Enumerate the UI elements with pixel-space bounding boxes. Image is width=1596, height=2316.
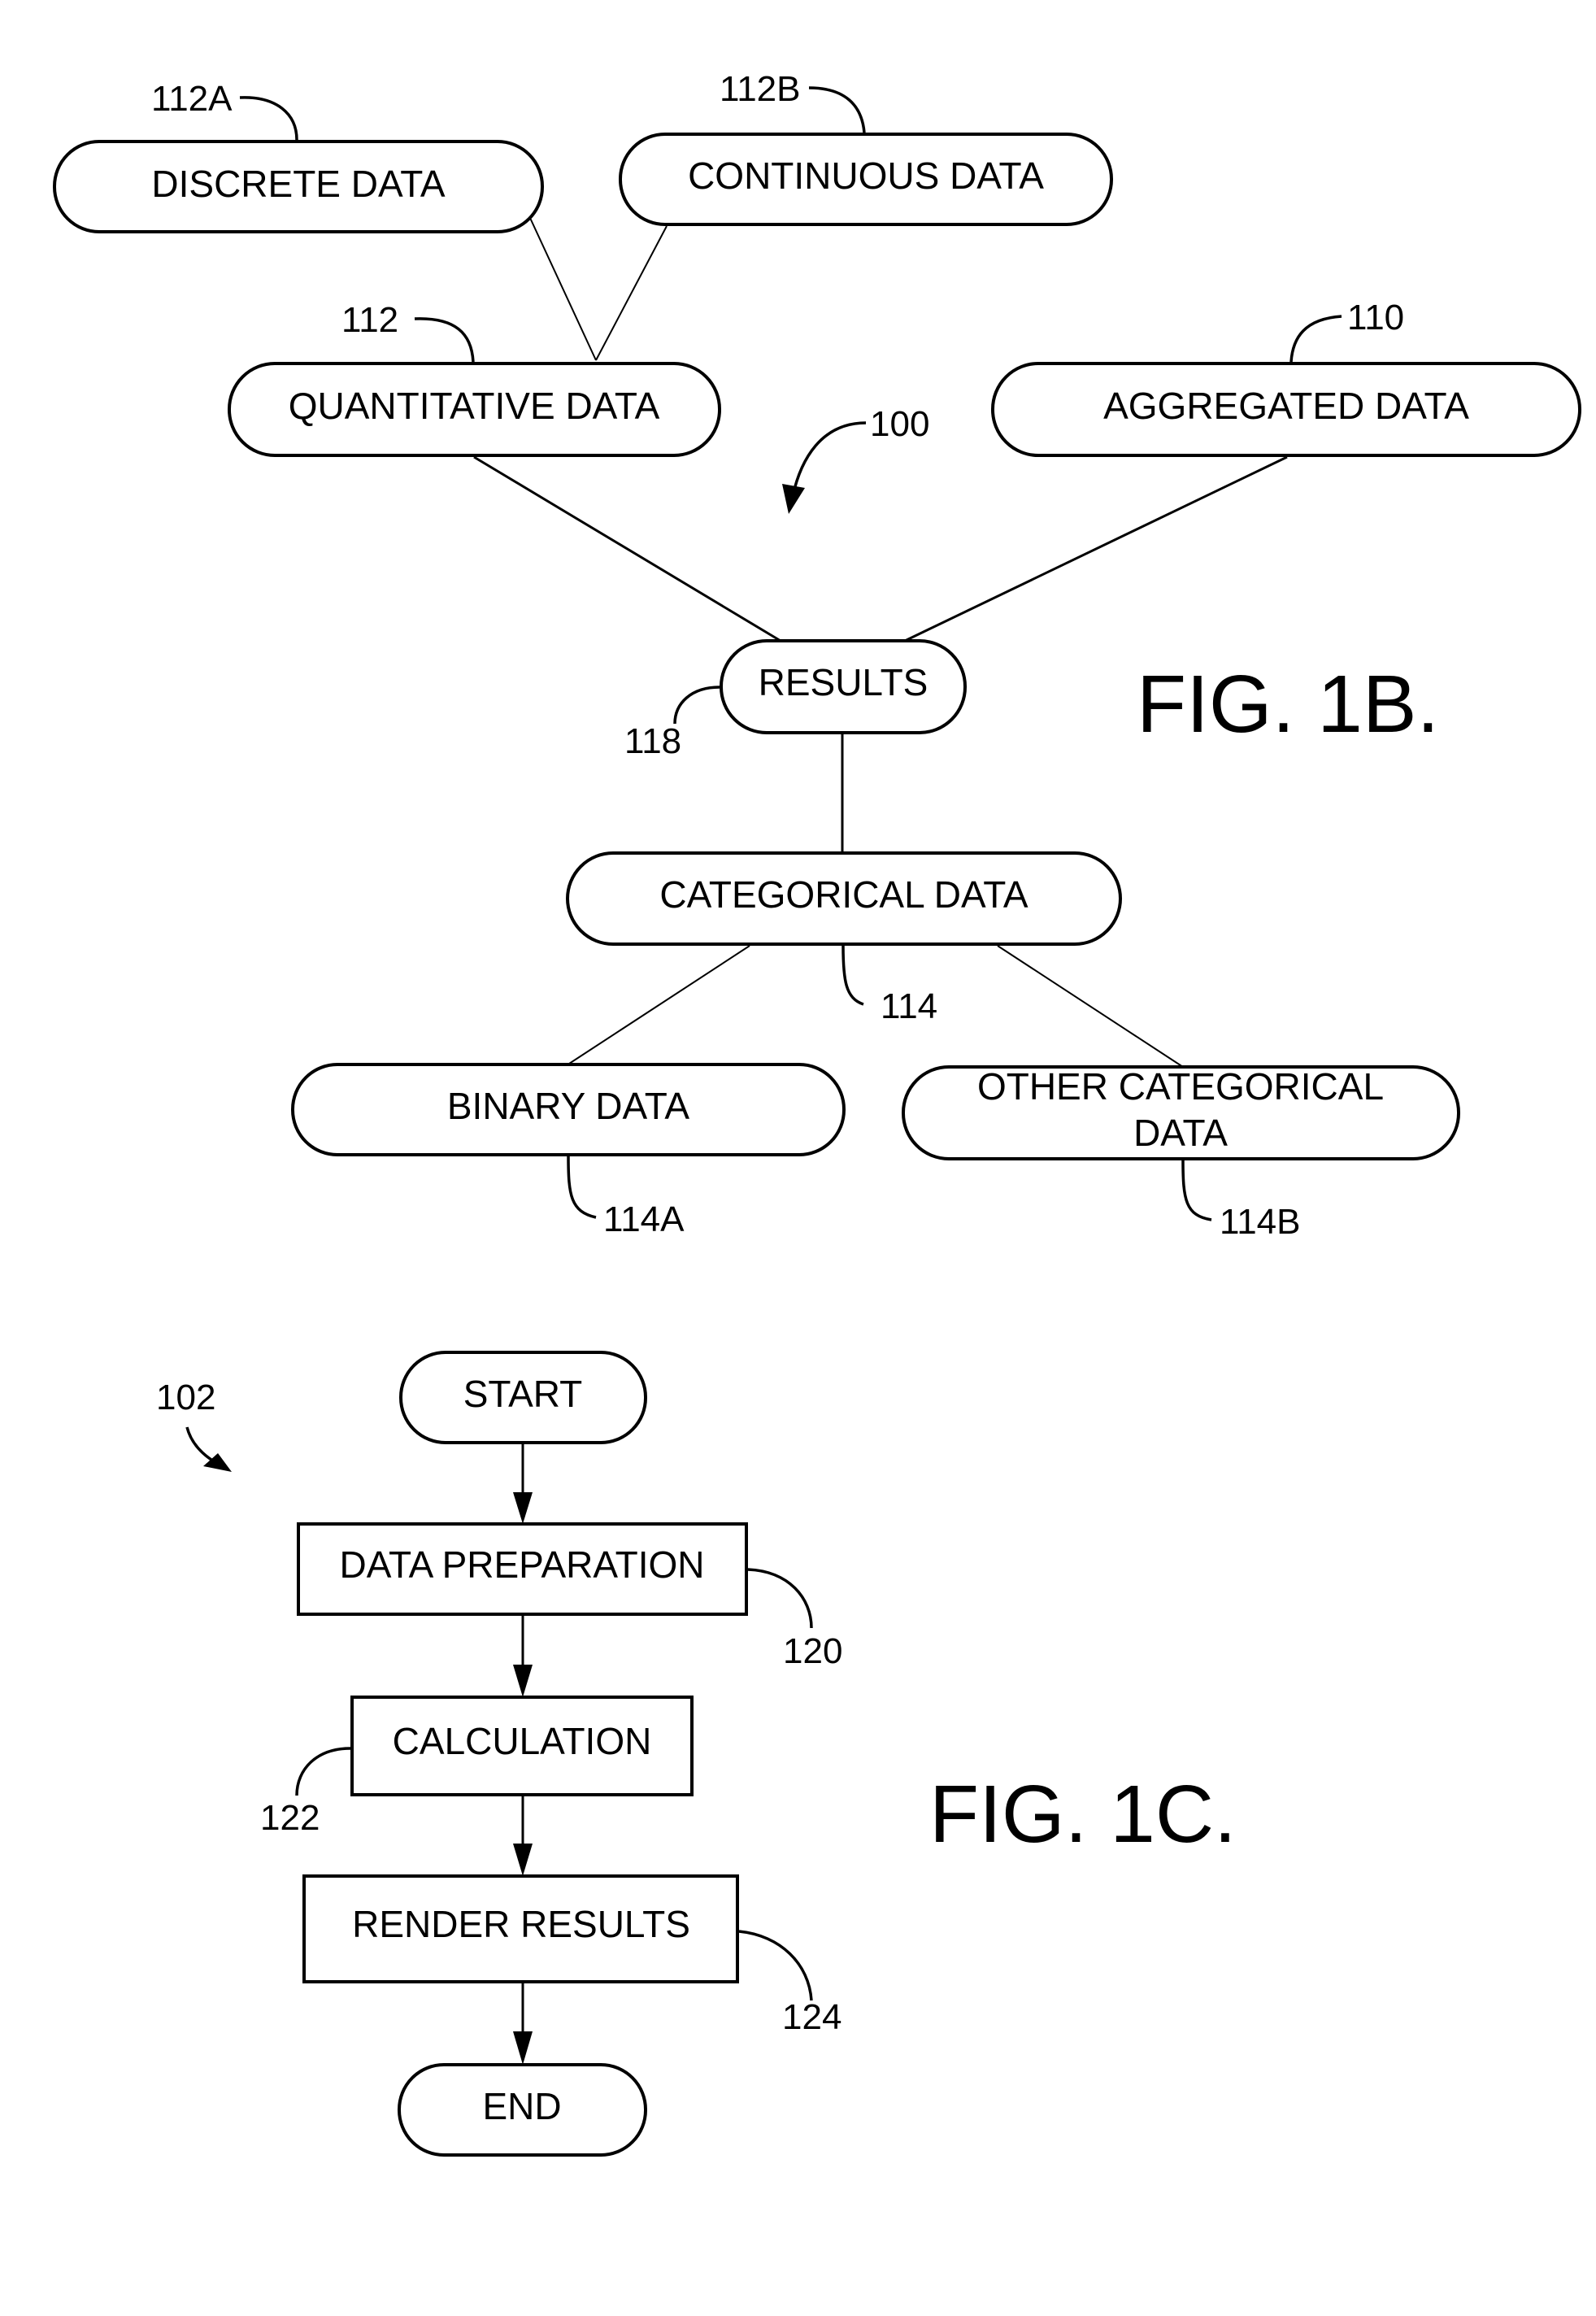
node-continuous-data: CONTINUOUS DATA <box>619 133 1113 226</box>
step-label: START <box>463 1373 583 1415</box>
node-label: AGGREGATED DATA <box>1103 385 1469 427</box>
leader-120 <box>747 1568 813 1629</box>
ref-100: 100 <box>870 404 929 444</box>
leader-112a <box>239 96 298 141</box>
ref-122: 122 <box>260 1798 320 1838</box>
arrowhead-icon <box>513 2031 533 2065</box>
node-label-line2: DATA <box>1133 1112 1228 1154</box>
arrowhead-icon <box>513 1844 533 1876</box>
node-discrete-data: DISCRETE DATA <box>53 140 544 233</box>
ref-118: 118 <box>624 721 681 761</box>
step-end: END <box>398 2063 647 2157</box>
leader-118 <box>673 686 720 725</box>
node-label: BINARY DATA <box>447 1085 690 1127</box>
node-label: DISCRETE DATA <box>151 163 446 205</box>
edge-continuous-quantitative <box>595 225 668 361</box>
node-quantitative-data: QUANTITATIVE DATA <box>228 362 721 457</box>
ref-102: 102 <box>156 1378 215 1417</box>
patent-drawing-sheet: DISCRETE DATA 112A CONTINUOUS DATA 112B … <box>53 69 1581 2157</box>
edge-quantitative-results <box>473 455 781 642</box>
edge-aggregated-results <box>904 455 1288 642</box>
ref-114: 114 <box>881 986 937 1026</box>
node-label: CATEGORICAL DATA <box>659 873 1028 916</box>
leader-114 <box>841 945 864 1006</box>
node-results: RESULTS <box>720 639 967 734</box>
leader-112b <box>808 86 866 133</box>
ref-124: 124 <box>782 1997 841 2037</box>
ref-112b: 112B <box>720 69 801 109</box>
edge-categorical-other <box>997 945 1184 1068</box>
ref-120: 120 <box>783 1631 842 1671</box>
ref-112: 112 <box>341 300 398 340</box>
node-label: RESULTS <box>759 661 928 703</box>
leader-110 <box>1289 315 1342 363</box>
figure-title-1b: FIG. 1B. <box>1137 659 1439 750</box>
ref-112a: 112A <box>151 79 233 119</box>
node-categorical-data: CATEGORICAL DATA <box>566 851 1122 946</box>
arrowhead-icon <box>513 1665 533 1697</box>
step-label: CALCULATION <box>393 1720 652 1762</box>
fig-1c: 102 START DATA PREPARATION 120 CALCULATI… <box>156 1351 1237 2157</box>
step-start: START <box>399 1351 647 1444</box>
node-other-categorical-data: OTHER CATEGORICAL DATA <box>902 1065 1460 1160</box>
step-label: DATA PREPARATION <box>340 1543 705 1586</box>
figure-title-1c: FIG. 1C. <box>929 1769 1237 1860</box>
ref-114b: 114B <box>1220 1202 1301 1242</box>
step-render-results: RENDER RESULTS <box>302 1874 739 1983</box>
leader-114a <box>567 1156 597 1219</box>
ref-110: 110 <box>1347 298 1404 337</box>
node-aggregated-data: AGGREGATED DATA <box>991 362 1581 457</box>
leader-100 <box>791 421 867 497</box>
step-calculation: CALCULATION <box>350 1696 694 1796</box>
arrowhead-icon <box>782 484 805 514</box>
step-data-preparation: DATA PREPARATION <box>297 1522 748 1616</box>
node-label-line1: OTHER CATEGORICAL <box>977 1065 1384 1108</box>
edge-categorical-binary <box>568 945 750 1064</box>
node-label: CONTINUOUS DATA <box>688 155 1044 197</box>
step-label: RENDER RESULTS <box>352 1903 690 1945</box>
leader-112 <box>414 317 475 363</box>
leader-114b <box>1181 1160 1212 1221</box>
node-binary-data: BINARY DATA <box>291 1063 846 1156</box>
leader-122 <box>295 1747 351 1796</box>
step-label: END <box>482 2085 561 2127</box>
edge-discrete-quantitative <box>529 217 597 361</box>
ref-114a: 114A <box>603 1199 685 1239</box>
leader-124 <box>738 1930 813 2001</box>
arrowhead-icon <box>513 1492 533 1524</box>
node-label: QUANTITATIVE DATA <box>289 385 660 427</box>
fig-1b: DISCRETE DATA 112A CONTINUOUS DATA 112B … <box>53 69 1581 1242</box>
